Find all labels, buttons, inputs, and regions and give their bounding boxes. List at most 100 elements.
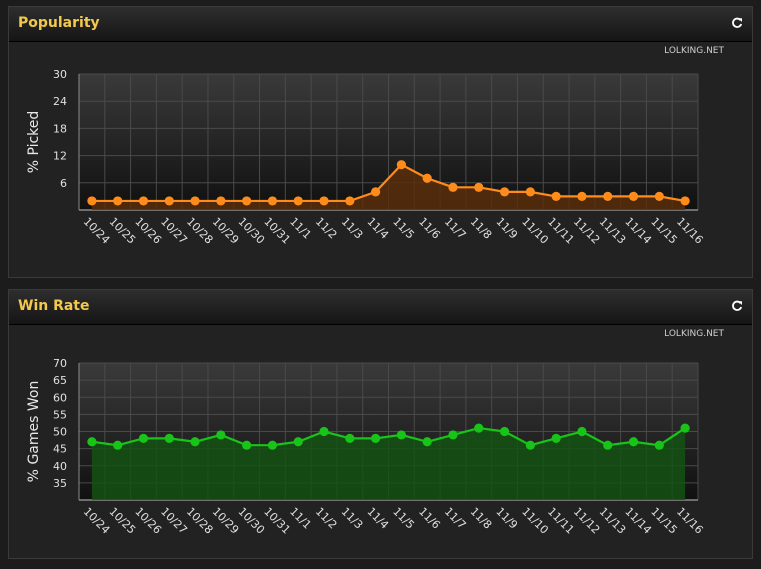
popularity-data-point — [422, 173, 432, 183]
winrate-data-point — [628, 437, 639, 447]
winrate-data-point — [87, 437, 97, 447]
winrate-data-point — [396, 430, 406, 440]
winrate-x-tick-label: 11/12 — [571, 505, 603, 537]
winrate-data-point — [190, 437, 200, 447]
popularity-data-point — [499, 187, 510, 197]
winrate-panel: Win Rate LOLKING.NET 35 40 45 50 55 60 65 70 10/… — [8, 289, 753, 559]
winrate-data-point — [293, 437, 303, 447]
winrate-x-tick-label: 10/24 — [81, 505, 113, 537]
winrate-data-point — [267, 440, 278, 450]
popularity-y-tick-label: 30 — [53, 68, 67, 81]
winrate-y-tick-label: 60 — [53, 391, 67, 404]
popularity-data-point — [319, 196, 329, 206]
popularity-y-axis-title: % Picked — [26, 111, 42, 174]
winrate-x-tick-label: 11/2 — [313, 505, 340, 532]
popularity-data-point — [628, 191, 639, 201]
winrate-data-point — [654, 440, 664, 450]
popularity-x-tick-label: 11/15 — [648, 215, 680, 247]
popularity-data-point — [448, 182, 458, 192]
popularity-chart: 61218243010/2410/2510/2610/2710/2810/291… — [26, 68, 706, 247]
popularity-data-point — [551, 191, 561, 201]
winrate-data-point — [603, 440, 613, 450]
popularity-panel: Popularity LOLKING.NET 6 12 18 24 30 10/24 10/… — [8, 6, 753, 278]
winrate-x-tick-label: 11/11 — [545, 505, 577, 537]
popularity-x-tick-label: 11/7 — [442, 215, 469, 242]
popularity-data-point — [138, 196, 149, 206]
popularity-data-point — [164, 196, 174, 206]
popularity-x-tick-label: 11/9 — [493, 215, 520, 242]
popularity-data-point — [87, 196, 97, 206]
winrate-data-point — [680, 423, 690, 433]
popularity-data-point — [654, 191, 664, 201]
winrate-data-point — [474, 423, 484, 433]
popularity-data-point — [267, 196, 278, 206]
popularity-data-point — [680, 196, 690, 206]
popularity-y-tick-label: 12 — [53, 150, 67, 163]
winrate-data-point — [319, 426, 329, 437]
popularity-data-point — [216, 196, 226, 206]
winrate-x-tick-label: 11/4 — [364, 505, 391, 532]
popularity-x-tick-label: 10/28 — [184, 215, 216, 247]
popularity-x-tick-label: 11/11 — [545, 215, 577, 247]
popularity-x-tick-label: 11/2 — [313, 215, 340, 242]
popularity-x-tick-label: 11/16 — [674, 215, 706, 247]
winrate-y-tick-label: 35 — [53, 477, 67, 490]
winrate-y-tick-label: 70 — [53, 357, 67, 370]
popularity-x-tick-label: 10/25 — [107, 215, 139, 247]
winrate-y-tick-label: 40 — [53, 460, 67, 473]
popularity-data-point — [345, 196, 355, 206]
winrate-x-tick-label: 11/14 — [622, 505, 654, 537]
winrate-x-tick-label: 11/8 — [468, 505, 495, 532]
popularity-data-point — [113, 196, 123, 206]
winrate-x-tick-label: 10/26 — [132, 505, 164, 537]
popularity-x-tick-label: 11/10 — [519, 215, 551, 247]
winrate-x-tick-label: 10/27 — [158, 505, 190, 537]
popularity-x-tick-label: 10/27 — [158, 215, 190, 247]
winrate-y-tick-label: 45 — [53, 443, 67, 456]
winrate-x-tick-label: 11/3 — [339, 505, 366, 532]
popularity-x-tick-label: 11/8 — [468, 215, 495, 242]
winrate-y-tick-label: 55 — [53, 408, 67, 421]
winrate-x-tick-label: 11/6 — [416, 505, 443, 532]
winrate-y-tick-label: 50 — [53, 426, 67, 439]
winrate-x-tick-label: 11/15 — [648, 505, 680, 537]
winrate-x-tick-label: 11/16 — [674, 505, 706, 537]
popularity-data-point — [190, 196, 200, 206]
popularity-y-tick-label: 6 — [60, 177, 67, 190]
popularity-data-point — [242, 196, 252, 206]
popularity-data-point — [371, 187, 381, 197]
popularity-data-point — [577, 191, 587, 201]
winrate-x-tick-label: 11/7 — [442, 505, 469, 532]
winrate-data-point — [113, 440, 123, 450]
winrate-x-tick-label: 11/10 — [519, 505, 551, 537]
popularity-data-point — [396, 160, 406, 170]
winrate-data-point — [525, 440, 535, 450]
winrate-x-tick-label: 11/9 — [493, 505, 520, 532]
popularity-x-tick-label: 11/6 — [416, 215, 443, 242]
popularity-y-tick-label: 18 — [53, 122, 67, 135]
winrate-data-point — [164, 433, 174, 443]
popularity-x-tick-label: 10/26 — [132, 215, 164, 247]
popularity-x-tick-label: 10/31 — [261, 215, 293, 247]
winrate-data-point — [551, 433, 561, 443]
winrate-x-tick-label: 10/30 — [236, 505, 268, 537]
popularity-data-point — [603, 191, 613, 201]
winrate-data-point — [499, 426, 510, 437]
winrate-x-tick-label: 11/13 — [597, 505, 629, 537]
winrate-data-point — [242, 440, 252, 450]
popularity-data-point — [474, 182, 484, 192]
winrate-x-tick-label: 10/25 — [107, 505, 139, 537]
winrate-data-point — [448, 430, 458, 440]
winrate-data-point — [577, 426, 587, 437]
popularity-x-tick-label: 10/24 — [81, 215, 113, 247]
popularity-x-tick-label: 11/13 — [597, 215, 629, 247]
winrate-data-point — [138, 433, 149, 443]
winrate-data-point — [422, 437, 432, 447]
winrate-data-point — [345, 433, 355, 443]
popularity-x-tick-label: 10/29 — [210, 215, 242, 247]
winrate-x-tick-label: 11/5 — [390, 505, 417, 532]
popularity-data-point — [293, 196, 303, 206]
popularity-x-tick-label: 11/4 — [364, 215, 391, 242]
popularity-x-tick-label: 10/30 — [236, 215, 268, 247]
winrate-x-tick-label: 10/29 — [210, 505, 242, 537]
